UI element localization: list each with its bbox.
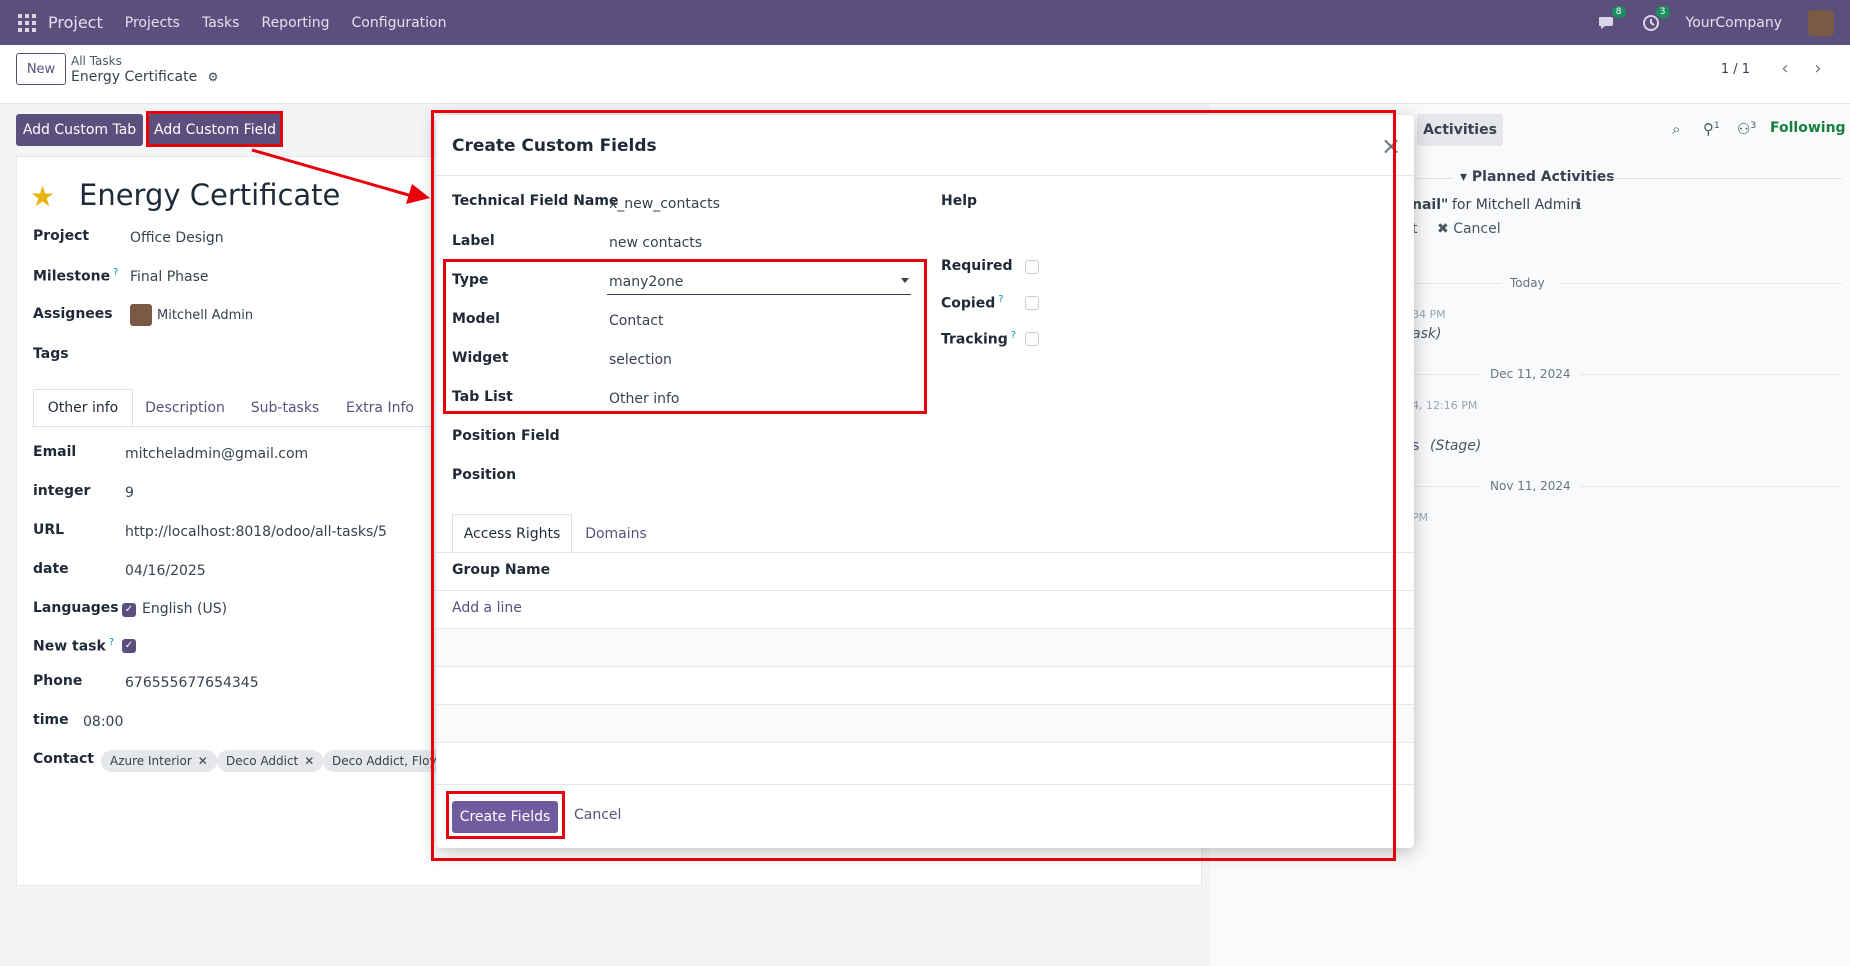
annotation-arrow (251, 148, 430, 204)
